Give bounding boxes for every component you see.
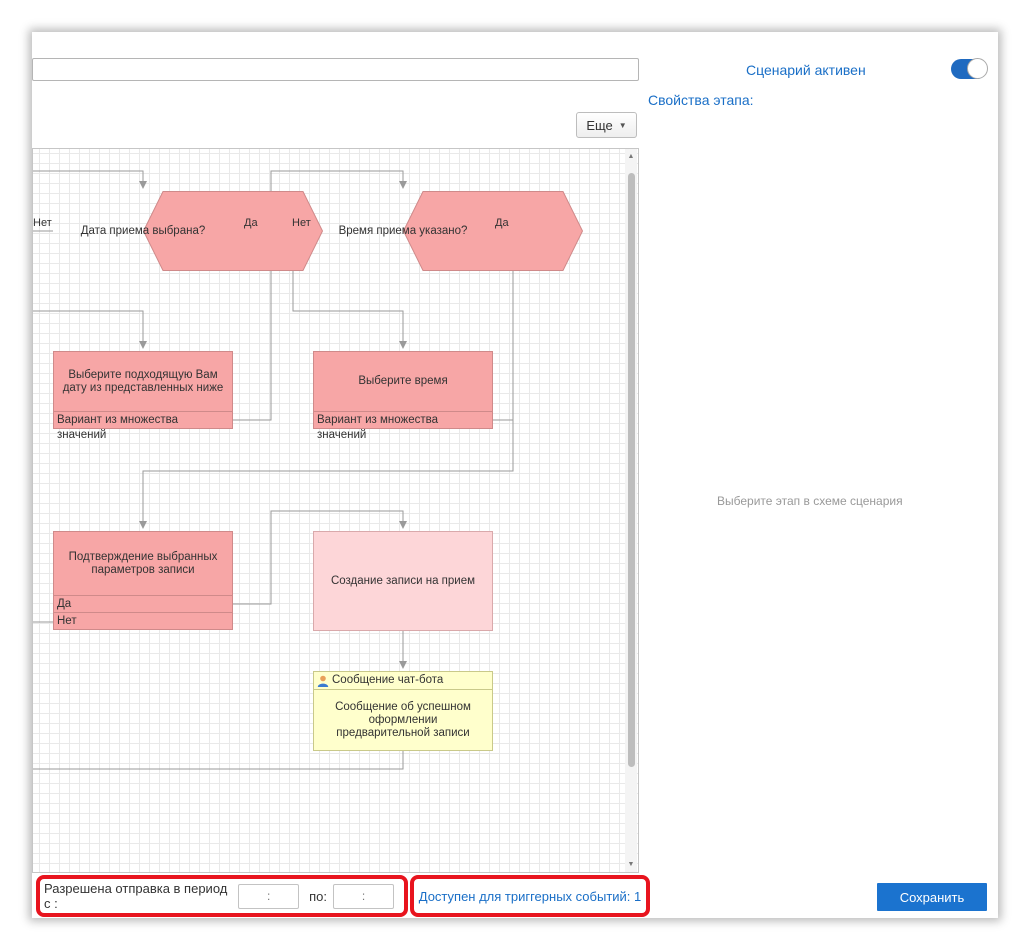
scenario-active-label: Сценарий активен (746, 62, 866, 78)
node-text: Подтверждение выбранных параметров запис… (68, 550, 218, 576)
choose-time-node[interactable]: Выберите время Вариант из множества знач… (313, 351, 493, 441)
create-record-node[interactable]: Создание записи на прием (313, 531, 493, 631)
decision-time-specified[interactable]: Время приема указано? (313, 191, 583, 271)
decision-text: Время приема указано? (338, 225, 468, 237)
chatbot-message-node[interactable]: Сообщение чат-бота Сообщение об успешном… (313, 671, 493, 751)
edge-label-yes: Да (244, 217, 258, 229)
choose-date-node[interactable]: Выберите подходящую Вам дату из представ… (53, 351, 233, 441)
scenario-editor-window: Еще ▼ Дата приема выбрана? Нет Да Время … (32, 32, 998, 918)
decision-text: Дата приема выбрана? (80, 225, 206, 237)
caret-down-icon: ▼ (618, 120, 627, 130)
message-header: Сообщение чат-бота (332, 674, 444, 686)
trigger-events-link[interactable]: Доступен для триггерных событий: 1 (419, 889, 642, 904)
node-text: Создание записи на прием (330, 575, 476, 587)
decision-date-selected[interactable]: Дата приема выбрана? (53, 191, 323, 271)
edge-label-no: Нет (292, 217, 311, 229)
stage-placeholder-text: Выберите этап в схеме сценария (717, 494, 903, 508)
canvas-scrollbar[interactable]: ▲ ▼ (625, 149, 637, 872)
send-period-group: Разрешена отправка в период с : по: (36, 875, 408, 917)
edge-label-no: Нет (33, 217, 52, 229)
save-button[interactable]: Сохранить (877, 883, 987, 911)
scrollbar-thumb[interactable] (628, 173, 635, 767)
confirm-params-node[interactable]: Подтверждение выбранных параметров запис… (53, 531, 233, 630)
node-output-row[interactable]: Вариант из множества значений (314, 411, 492, 441)
more-button-label: Еще (586, 117, 613, 133)
time-to-input[interactable] (333, 883, 394, 909)
edge-label-yes: Да (495, 217, 509, 229)
scroll-down-icon[interactable]: ▼ (625, 861, 637, 868)
node-output-row-yes[interactable]: Да (54, 595, 232, 612)
node-text: Сообщение об успешном оформлении предвар… (335, 700, 471, 739)
period-label: Разрешена отправка в период с : (44, 881, 228, 911)
node-output-row-no[interactable]: Нет (54, 612, 232, 629)
scenario-diagram-canvas[interactable]: Дата приема выбрана? Нет Да Время приема… (32, 148, 639, 873)
node-text: Выберите время (358, 375, 448, 387)
scenario-active-toggle[interactable] (951, 58, 988, 79)
node-output-row[interactable]: Вариант из множества значений (54, 411, 232, 441)
to-label: по: (309, 888, 327, 904)
stage-properties-title: Свойства этапа: (648, 92, 754, 108)
trigger-events-link-box: Доступен для триггерных событий: 1 (410, 875, 650, 917)
scenario-name-input[interactable] (32, 58, 639, 81)
toggle-knob (967, 58, 988, 79)
time-from-input[interactable] (238, 883, 300, 909)
scroll-up-icon[interactable]: ▲ (625, 153, 637, 160)
more-button[interactable]: Еще ▼ (576, 112, 637, 138)
user-icon (317, 675, 329, 687)
node-text: Выберите подходящую Вам дату из представ… (62, 368, 224, 394)
